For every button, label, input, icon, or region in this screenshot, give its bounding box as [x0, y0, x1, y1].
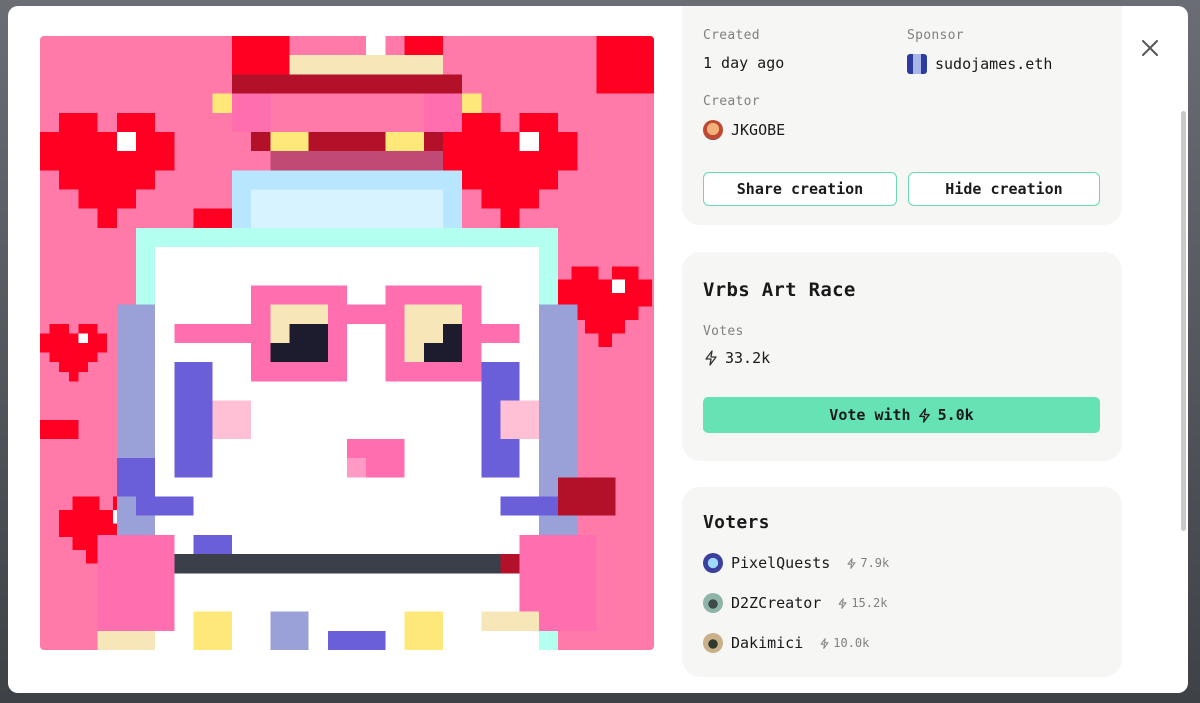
- creation-details-card: Created 1 day ago Sponsor sudojames.eth …: [682, 6, 1122, 225]
- created-value: 1 day ago: [703, 54, 785, 72]
- close-icon[interactable]: [1138, 36, 1162, 60]
- voter-avatar: [703, 553, 723, 573]
- sponsor-label: Sponsor: [907, 28, 964, 43]
- created-label: Created: [703, 28, 760, 43]
- voter-amount: 15.2k: [837, 596, 887, 610]
- voter-amount: 7.9k: [846, 556, 889, 570]
- voter-name: D2ZCreator: [731, 594, 822, 612]
- voters-title: Voters: [703, 512, 770, 533]
- voter-row[interactable]: D2ZCreator 15.2k: [703, 593, 887, 613]
- bolt-icon: [838, 597, 847, 609]
- share-creation-button[interactable]: Share creation: [703, 172, 897, 206]
- voter-amount: 10.0k: [819, 636, 869, 650]
- scrollbar[interactable]: [1181, 111, 1186, 531]
- voter-avatar: [703, 633, 723, 653]
- voters-card: Voters PixelQuests 7.9k D2ZCreator 15.2k…: [682, 487, 1122, 677]
- creator-label: Creator: [703, 94, 760, 109]
- voter-name: PixelQuests: [731, 554, 831, 572]
- creator-value[interactable]: JKGOBE: [703, 120, 785, 140]
- sponsor-avatar: [907, 54, 927, 74]
- bolt-icon: [705, 350, 717, 366]
- voter-row[interactable]: PixelQuests 7.9k: [703, 553, 889, 573]
- voter-avatar: [703, 593, 723, 613]
- bolt-icon: [918, 407, 930, 423]
- bolt-icon: [847, 557, 856, 569]
- race-card: Vrbs Art Race Votes 33.2k Vote with 5.0k: [682, 252, 1122, 461]
- vote-button[interactable]: Vote with 5.0k: [703, 397, 1100, 433]
- creation-modal: Created 1 day ago Sponsor sudojames.eth …: [8, 6, 1188, 693]
- votes-value: 33.2k: [703, 349, 770, 367]
- sponsor-value[interactable]: sudojames.eth: [907, 54, 1052, 74]
- bolt-icon: [820, 637, 829, 649]
- voter-row[interactable]: Dakimici 10.0k: [703, 633, 869, 653]
- creator-avatar: [703, 120, 723, 140]
- voter-name: Dakimici: [731, 634, 804, 652]
- race-title: Vrbs Art Race: [703, 279, 856, 301]
- hide-creation-button[interactable]: Hide creation: [908, 172, 1100, 206]
- votes-label: Votes: [703, 324, 744, 339]
- creation-artwork: [40, 36, 654, 650]
